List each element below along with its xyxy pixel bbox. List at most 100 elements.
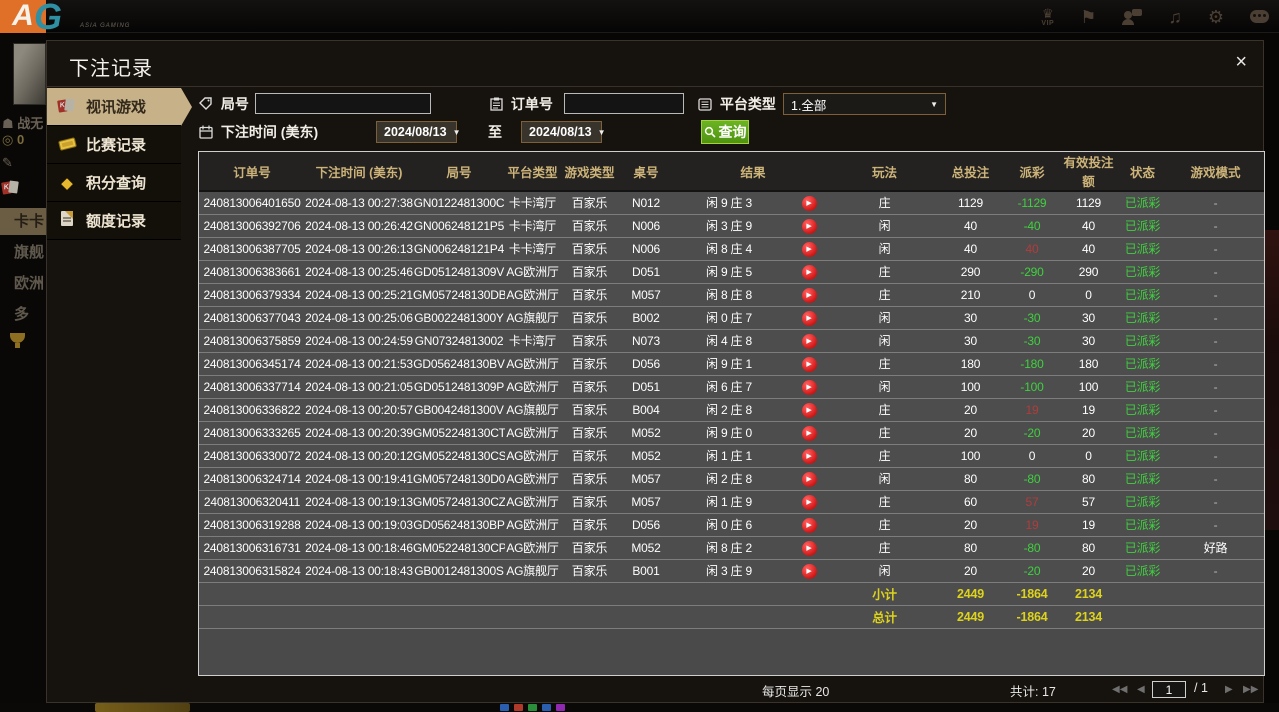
prev-page-icon[interactable]: ◀ <box>1137 684 1145 695</box>
first-page-icon[interactable]: ◀◀ <box>1112 684 1127 695</box>
cell-table-number: M052 <box>619 421 673 444</box>
replay-button[interactable]: ▶ <box>802 357 817 372</box>
replay-button[interactable]: ▶ <box>802 311 817 326</box>
customer-service-icon[interactable] <box>1122 9 1142 25</box>
cell-payout: 40 <box>1005 237 1059 260</box>
last-page-icon[interactable]: ▶▶ <box>1243 684 1258 695</box>
cell-round-number: GN0122481300C <box>413 191 505 214</box>
gear-icon[interactable]: ⚙ <box>1208 8 1224 26</box>
replay-button[interactable]: ▶ <box>802 495 817 510</box>
grandtotal-row: 总计2449-18642134 <box>199 605 1264 628</box>
cell-bet-time: 2024-08-13 00:19:03 <box>305 513 413 536</box>
flag-icon[interactable]: ⚑ <box>1080 8 1096 26</box>
cell-round-number: GD0512481309P <box>413 375 505 398</box>
cell-result: 闲 9 庄 1 <box>673 352 785 375</box>
cell-total-bet: 290 <box>936 260 1005 283</box>
cards-icon: K <box>2 181 46 196</box>
replay-button[interactable]: ▶ <box>802 265 817 280</box>
cell-platform: AG欧洲厅 <box>505 536 560 559</box>
cell-game-mode: - <box>1167 237 1264 260</box>
table-row: 2408130063927062024-08-13 00:26:42GN0062… <box>199 214 1264 237</box>
cell-replay: ▶ <box>785 329 833 352</box>
vip-icon[interactable]: ♛ VIP <box>1041 7 1054 27</box>
replay-button[interactable]: ▶ <box>802 242 817 257</box>
column-header: 玩法 <box>833 152 936 191</box>
cell-payout: 19 <box>1005 513 1059 536</box>
cell-result: 闲 1 庄 1 <box>673 444 785 467</box>
chevron-down-icon: ▼ <box>598 128 606 137</box>
calendar-icon <box>199 125 213 139</box>
order-number-input[interactable] <box>564 93 684 114</box>
replay-button[interactable]: ▶ <box>802 288 817 303</box>
cell-valid-bet: 290 <box>1059 260 1118 283</box>
replay-button[interactable]: ▶ <box>802 564 817 579</box>
balance-label: ◎ 0 <box>2 132 46 148</box>
cell-game-type: 百家乐 <box>560 375 619 398</box>
cell-total-bet: 1129 <box>936 191 1005 214</box>
cell-status: 已派彩 <box>1118 214 1167 237</box>
cell-game-mode: - <box>1167 306 1264 329</box>
music-icon[interactable]: ♫ <box>1168 8 1182 26</box>
cell-total-bet: 20 <box>936 559 1005 582</box>
cell-bet-time: 2024-08-13 00:26:42 <box>305 214 413 237</box>
platform-type-dropdown[interactable]: 1.全部 ▼ <box>783 93 946 115</box>
cell-round-number: GM057248130CZ <box>413 490 505 513</box>
cell-round-number: GN006248121P5 <box>413 214 505 237</box>
tab-match-records[interactable]: 比赛记录 <box>47 126 181 164</box>
replay-button[interactable]: ▶ <box>802 541 817 556</box>
close-icon[interactable]: × <box>1235 52 1247 72</box>
date-from-picker[interactable]: 2024/08/13 ▼ <box>376 121 457 143</box>
bet-records-dialog: 下注记录 × K 视讯游戏 比赛记录 ◆ 积分查询 额度记录 局号 订单号 <box>46 40 1264 703</box>
replay-button[interactable]: ▶ <box>802 219 817 234</box>
replay-button[interactable]: ▶ <box>802 403 817 418</box>
cell-bet-time: 2024-08-13 00:25:46 <box>305 260 413 283</box>
column-header: 状态 <box>1118 152 1167 191</box>
replay-button[interactable]: ▶ <box>802 472 817 487</box>
search-button[interactable]: 查询 <box>701 120 749 144</box>
round-number-input[interactable] <box>255 93 431 114</box>
cell-order-number: 240813006401650 <box>199 191 305 214</box>
dialog-title-bar: 下注记录 × <box>47 41 1263 87</box>
background-bottom-strip <box>0 703 1279 712</box>
cell-wager: 庄 <box>833 444 936 467</box>
tab-quota-records[interactable]: 额度记录 <box>47 202 181 240</box>
cell-bet-time: 2024-08-13 00:24:59 <box>305 329 413 352</box>
cell-platform: AG欧洲厅 <box>505 375 560 398</box>
chat-icon[interactable] <box>1250 10 1269 23</box>
cell-game-mode: - <box>1167 467 1264 490</box>
column-header: 局号 <box>413 152 505 191</box>
per-page-label: 每页显示 20 <box>762 681 829 700</box>
tab-points-query[interactable]: ◆ 积分查询 <box>47 164 181 202</box>
cell-total-bet: 40 <box>936 214 1005 237</box>
cell-total-bet: 30 <box>936 329 1005 352</box>
next-page-icon[interactable]: ▶ <box>1225 684 1233 695</box>
replay-button[interactable]: ▶ <box>802 196 817 211</box>
cell-payout: -20 <box>1005 559 1059 582</box>
replay-button[interactable]: ▶ <box>802 449 817 464</box>
cell-payout: -30 <box>1005 306 1059 329</box>
replay-button[interactable]: ▶ <box>802 334 817 349</box>
page-number-input[interactable]: 1 <box>1152 681 1186 698</box>
cell-wager: 庄 <box>833 191 936 214</box>
cell-valid-bet: 80 <box>1059 536 1118 559</box>
cell-result: 闲 4 庄 8 <box>673 329 785 352</box>
replay-button[interactable]: ▶ <box>802 518 817 533</box>
cell-valid-bet: 1129 <box>1059 191 1118 214</box>
table-row: 2408130063793342024-08-13 00:25:21GM0572… <box>199 283 1264 306</box>
replay-button[interactable]: ▶ <box>802 380 817 395</box>
column-header: 下注时间 (美东) <box>305 152 413 191</box>
top-bar: A G ASIA GAMING ♛ VIP ⚑ ♫ ⚙ <box>0 0 1279 33</box>
tab-video-games[interactable]: K 视讯游戏 <box>47 88 181 126</box>
cell-platform: AG欧洲厅 <box>505 467 560 490</box>
cell-bet-time: 2024-08-13 00:19:41 <box>305 467 413 490</box>
replay-button[interactable]: ▶ <box>802 426 817 441</box>
cell-total-bet: 100 <box>936 444 1005 467</box>
date-to-picker[interactable]: 2024/08/13 ▼ <box>521 121 602 143</box>
cell-order-number: 240813006337714 <box>199 375 305 398</box>
cell-game-mode: - <box>1167 398 1264 421</box>
cell-bet-time: 2024-08-13 00:20:39 <box>305 421 413 444</box>
cell-round-number: GN07324813002 <box>413 329 505 352</box>
cell-result: 闲 9 庄 0 <box>673 421 785 444</box>
sidebar-tabs: K 视讯游戏 比赛记录 ◆ 积分查询 额度记录 <box>47 88 181 240</box>
cell-wager: 庄 <box>833 536 936 559</box>
